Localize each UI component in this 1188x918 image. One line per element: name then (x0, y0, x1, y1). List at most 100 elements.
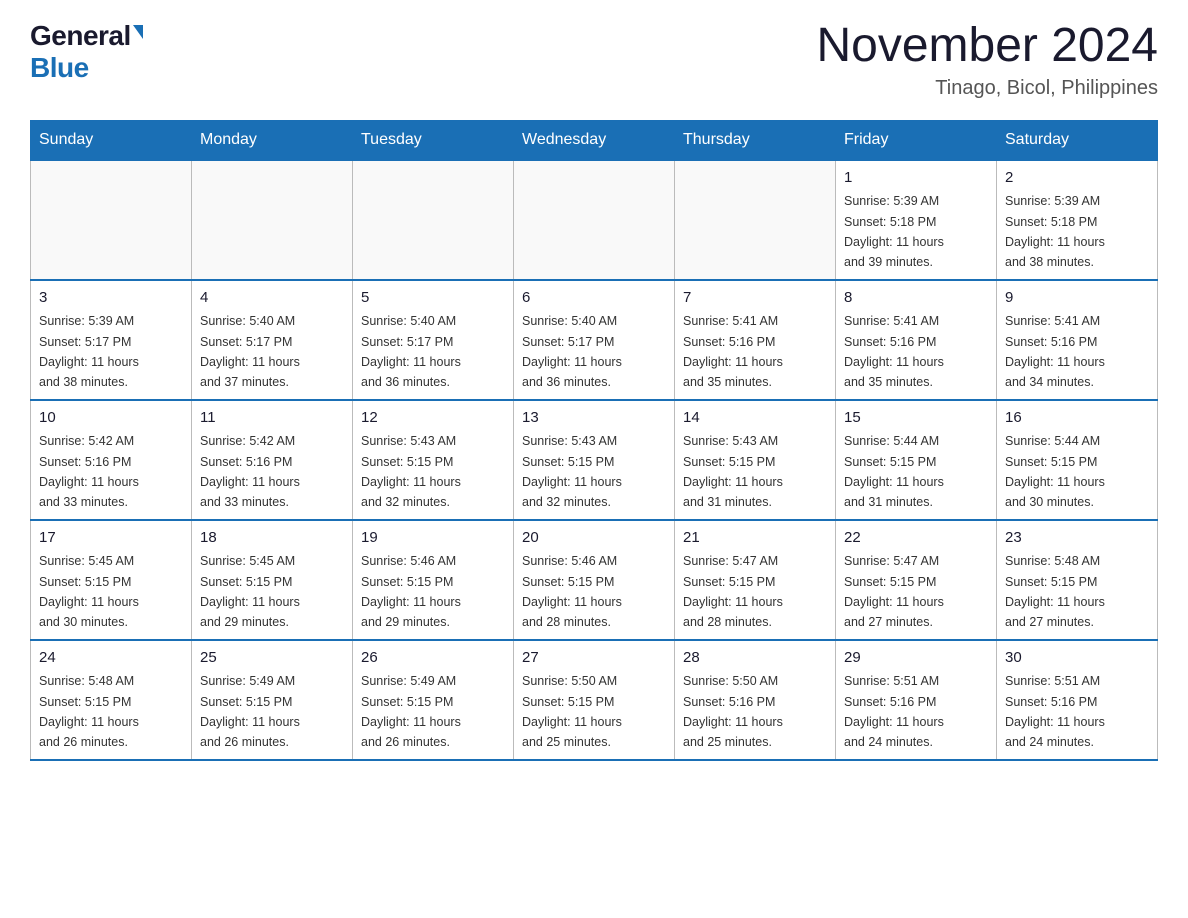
calendar-cell: 15 Sunrise: 5:44 AMSunset: 5:15 PMDayligh… (836, 400, 997, 520)
day-number: 27 (522, 647, 666, 670)
day-info: Sunrise: 5:50 AMSunset: 5:15 PMDaylight:… (522, 674, 622, 749)
day-info: Sunrise: 5:41 AMSunset: 5:16 PMDaylight:… (1005, 314, 1105, 389)
calendar-cell: 30 Sunrise: 5:51 AMSunset: 5:16 PMDayligh… (997, 640, 1158, 760)
day-info: Sunrise: 5:46 AMSunset: 5:15 PMDaylight:… (361, 554, 461, 629)
calendar-week-row: 24Sunrise: 5:48 AMSunset: 5:15 PMDayligh… (31, 640, 1158, 760)
day-info: Sunrise: 5:47 AMSunset: 5:15 PMDaylight:… (683, 554, 783, 629)
day-number: 18 (200, 527, 344, 550)
calendar-week-row: 17 Sunrise: 5:45 AMSunset: 5:15 PMDayligh… (31, 520, 1158, 640)
day-number: 5 (361, 287, 505, 310)
day-number: 7 (683, 287, 827, 310)
day-number: 19 (361, 527, 505, 550)
day-info: Sunrise: 5:39 AMSunset: 5:18 PMDaylight:… (1005, 194, 1105, 269)
day-number: 9 (1005, 287, 1149, 310)
calendar-cell: 28 Sunrise: 5:50 AMSunset: 5:16 PMDayligh… (675, 640, 836, 760)
day-number: 26 (361, 647, 505, 670)
day-info: Sunrise: 5:44 AMSunset: 5:15 PMDaylight:… (844, 434, 944, 509)
calendar-cell: 29 Sunrise: 5:51 AMSunset: 5:16 PMDayligh… (836, 640, 997, 760)
day-number: 3 (39, 287, 183, 310)
calendar-cell: 1 Sunrise: 5:39 AMSunset: 5:18 PMDaylight… (836, 160, 997, 280)
calendar-cell: 12Sunrise: 5:43 AMSunset: 5:15 PMDayligh… (353, 400, 514, 520)
calendar-cell: 16Sunrise: 5:44 AMSunset: 5:15 PMDayligh… (997, 400, 1158, 520)
day-number: 2 (1005, 167, 1149, 190)
calendar-cell: 17 Sunrise: 5:45 AMSunset: 5:15 PMDayligh… (31, 520, 192, 640)
weekday-header-monday: Monday (192, 120, 353, 160)
day-info: Sunrise: 5:40 AMSunset: 5:17 PMDaylight:… (200, 314, 300, 389)
calendar-cell: 13Sunrise: 5:43 AMSunset: 5:15 PMDayligh… (514, 400, 675, 520)
calendar-cell (353, 160, 514, 280)
calendar-cell: 22 Sunrise: 5:47 AMSunset: 5:15 PMDayligh… (836, 520, 997, 640)
day-number: 25 (200, 647, 344, 670)
day-info: Sunrise: 5:41 AMSunset: 5:16 PMDaylight:… (683, 314, 783, 389)
title-section: November 2024 Tinago, Bicol, Philippines (816, 20, 1158, 100)
day-info: Sunrise: 5:42 AMSunset: 5:16 PMDaylight:… (39, 434, 139, 509)
day-number: 6 (522, 287, 666, 310)
calendar-header-row: SundayMondayTuesdayWednesdayThursdayFrid… (31, 120, 1158, 160)
day-info: Sunrise: 5:47 AMSunset: 5:15 PMDaylight:… (844, 554, 944, 629)
calendar-table: SundayMondayTuesdayWednesdayThursdayFrid… (30, 120, 1158, 761)
calendar-week-row: 3Sunrise: 5:39 AMSunset: 5:17 PMDaylight… (31, 280, 1158, 400)
day-number: 8 (844, 287, 988, 310)
day-number: 14 (683, 407, 827, 430)
day-info: Sunrise: 5:45 AMSunset: 5:15 PMDaylight:… (39, 554, 139, 629)
day-number: 23 (1005, 527, 1149, 550)
day-number: 29 (844, 647, 988, 670)
calendar-cell: 27 Sunrise: 5:50 AMSunset: 5:15 PMDayligh… (514, 640, 675, 760)
day-number: 11 (200, 407, 344, 430)
location-title: Tinago, Bicol, Philippines (816, 77, 1158, 100)
day-info: Sunrise: 5:49 AMSunset: 5:15 PMDaylight:… (200, 674, 300, 749)
day-number: 28 (683, 647, 827, 670)
calendar-cell: 19 Sunrise: 5:46 AMSunset: 5:15 PMDayligh… (353, 520, 514, 640)
calendar-cell: 14 Sunrise: 5:43 AMSunset: 5:15 PMDayligh… (675, 400, 836, 520)
day-number: 20 (522, 527, 666, 550)
calendar-cell: 21 Sunrise: 5:47 AMSunset: 5:15 PMDayligh… (675, 520, 836, 640)
day-number: 16 (1005, 407, 1149, 430)
page-header: General Blue November 2024 Tinago, Bicol… (30, 20, 1158, 100)
day-info: Sunrise: 5:51 AMSunset: 5:16 PMDaylight:… (844, 674, 944, 749)
day-info: Sunrise: 5:46 AMSunset: 5:15 PMDaylight:… (522, 554, 622, 629)
day-number: 15 (844, 407, 988, 430)
day-number: 30 (1005, 647, 1149, 670)
calendar-cell: 26 Sunrise: 5:49 AMSunset: 5:15 PMDayligh… (353, 640, 514, 760)
day-info: Sunrise: 5:40 AMSunset: 5:17 PMDaylight:… (361, 314, 461, 389)
calendar-cell: 24Sunrise: 5:48 AMSunset: 5:15 PMDayligh… (31, 640, 192, 760)
weekday-header-thursday: Thursday (675, 120, 836, 160)
day-number: 4 (200, 287, 344, 310)
logo: General Blue (30, 20, 143, 84)
calendar-cell (192, 160, 353, 280)
day-number: 13 (522, 407, 666, 430)
logo-blue-text: Blue (30, 52, 89, 84)
weekday-header-wednesday: Wednesday (514, 120, 675, 160)
day-info: Sunrise: 5:51 AMSunset: 5:16 PMDaylight:… (1005, 674, 1105, 749)
weekday-header-tuesday: Tuesday (353, 120, 514, 160)
day-number: 22 (844, 527, 988, 550)
day-info: Sunrise: 5:43 AMSunset: 5:15 PMDaylight:… (361, 434, 461, 509)
weekday-header-saturday: Saturday (997, 120, 1158, 160)
calendar-cell (675, 160, 836, 280)
month-title: November 2024 (816, 20, 1158, 73)
day-info: Sunrise: 5:50 AMSunset: 5:16 PMDaylight:… (683, 674, 783, 749)
day-number: 17 (39, 527, 183, 550)
calendar-cell: 25 Sunrise: 5:49 AMSunset: 5:15 PMDayligh… (192, 640, 353, 760)
calendar-cell (31, 160, 192, 280)
day-number: 21 (683, 527, 827, 550)
day-info: Sunrise: 5:45 AMSunset: 5:15 PMDaylight:… (200, 554, 300, 629)
calendar-cell: 11Sunrise: 5:42 AMSunset: 5:16 PMDayligh… (192, 400, 353, 520)
day-info: Sunrise: 5:41 AMSunset: 5:16 PMDaylight:… (844, 314, 944, 389)
day-info: Sunrise: 5:49 AMSunset: 5:15 PMDaylight:… (361, 674, 461, 749)
calendar-cell: 18 Sunrise: 5:45 AMSunset: 5:15 PMDayligh… (192, 520, 353, 640)
logo-general-text: General (30, 20, 131, 52)
calendar-cell: 2 Sunrise: 5:39 AMSunset: 5:18 PMDaylight… (997, 160, 1158, 280)
calendar-week-row: 10Sunrise: 5:42 AMSunset: 5:16 PMDayligh… (31, 400, 1158, 520)
calendar-cell: 10Sunrise: 5:42 AMSunset: 5:16 PMDayligh… (31, 400, 192, 520)
day-info: Sunrise: 5:43 AMSunset: 5:15 PMDaylight:… (683, 434, 783, 509)
logo-arrow-icon (133, 25, 143, 39)
day-info: Sunrise: 5:39 AMSunset: 5:18 PMDaylight:… (844, 194, 944, 269)
calendar-cell: 4 Sunrise: 5:40 AMSunset: 5:17 PMDaylight… (192, 280, 353, 400)
day-number: 1 (844, 167, 988, 190)
day-info: Sunrise: 5:48 AMSunset: 5:15 PMDaylight:… (39, 674, 139, 749)
calendar-cell: 7 Sunrise: 5:41 AMSunset: 5:16 PMDaylight… (675, 280, 836, 400)
calendar-cell (514, 160, 675, 280)
calendar-cell: 3Sunrise: 5:39 AMSunset: 5:17 PMDaylight… (31, 280, 192, 400)
calendar-cell: 9 Sunrise: 5:41 AMSunset: 5:16 PMDaylight… (997, 280, 1158, 400)
